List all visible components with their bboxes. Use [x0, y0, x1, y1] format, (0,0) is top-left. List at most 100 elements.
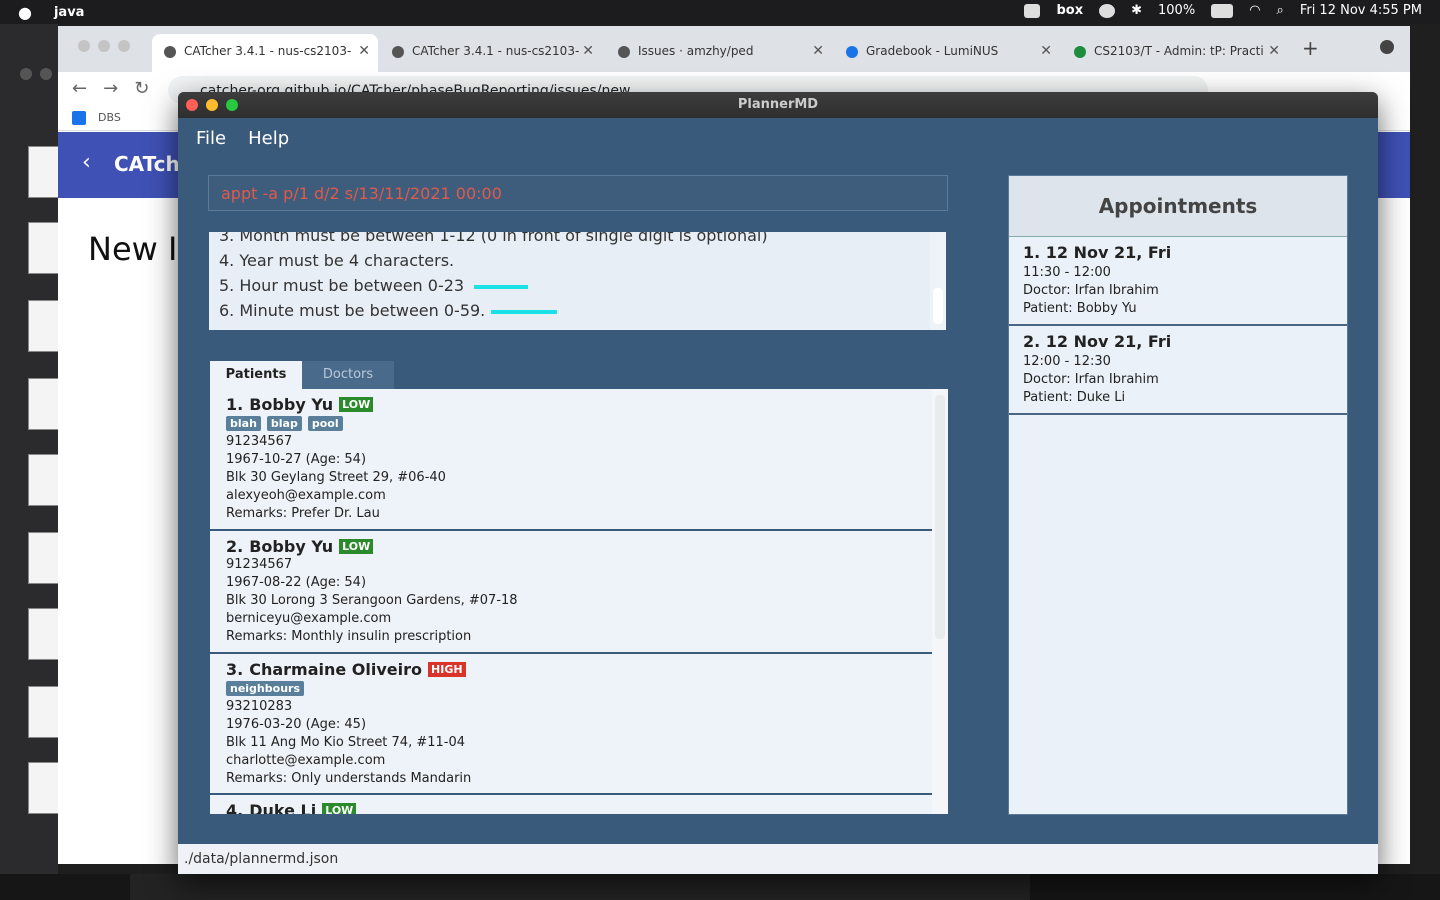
appointment-patient: Patient: Duke Li	[1023, 390, 1126, 405]
highlight-mark	[474, 284, 529, 289]
result-display[interactable]: 3. Month must be between 1-12 (0 in fron…	[209, 232, 946, 330]
patient-remarks: Remarks: Only understands Mandarin	[226, 771, 472, 786]
patient-email: berniceyu@example.com	[226, 611, 392, 626]
app-menu: File Help	[196, 128, 289, 149]
bookmark-icon[interactable]	[72, 111, 86, 125]
appointment-header: 1. 12 Nov 21, Fri	[1023, 243, 1172, 262]
browser-tabstrip: CATcher 3.4.1 - nus-cs2103- ✕ CATcher 3.…	[58, 26, 1410, 72]
close-icon[interactable]: ✕	[358, 43, 370, 59]
priority-badge: HIGH	[428, 662, 466, 677]
background-window-right	[1410, 24, 1440, 874]
patient-address: Blk 11 Ang Mo Kio Street 74, #11-04	[226, 735, 466, 750]
patient-card[interactable]: 3. Charmaine Oliveiro HIGH neighbours 9321…	[210, 654, 932, 795]
patient-remarks: Remarks: Monthly insulin prescription	[226, 629, 472, 644]
tab-search-icon[interactable]	[1380, 40, 1394, 54]
result-line: 4. Year must be 4 characters.	[219, 251, 455, 270]
patient-index: 2.	[226, 537, 244, 556]
page-thumbnail	[28, 454, 60, 506]
battery-icon[interactable]	[1211, 3, 1234, 18]
browser-tab[interactable]: CS2103/T - Admin: tP: Practi ✕	[1062, 34, 1288, 72]
patient-remarks: Remarks: Prefer Dr. Lau	[226, 506, 380, 521]
tag: blap	[266, 416, 302, 431]
close-window-button[interactable]	[186, 99, 198, 111]
bookmark-label[interactable]: DBS	[98, 111, 121, 125]
priority-badge: LOW	[322, 803, 357, 814]
menu-help[interactable]: Help	[248, 128, 289, 149]
box-status[interactable]: box	[1056, 3, 1083, 18]
background-window-left	[0, 24, 60, 874]
browser-tab-label: CATcher 3.4.1 - nus-cs2103-	[184, 44, 352, 58]
patient-card[interactable]: 4. Duke Li LOW	[210, 795, 932, 814]
patient-phone: 91234567	[226, 434, 293, 449]
luminus-icon	[846, 46, 858, 58]
background-window-bottom	[0, 874, 1440, 900]
command-input[interactable]: appt -a p/1 d/2 s/13/11/2021 00:00	[208, 175, 948, 211]
appointment-card[interactable]: 2. 12 Nov 21, Fri 12:00 - 12:30 Doctor: …	[1009, 326, 1347, 415]
patient-card[interactable]: 2. Bobby Yu LOW 91234567 1967-08-22 (Age: …	[210, 531, 932, 654]
clock[interactable]: Fri 12 Nov 4:55 PM	[1300, 3, 1422, 18]
search-icon[interactable]: ⌕	[1277, 3, 1284, 18]
appointment-header: 2. 12 Nov 21, Fri	[1023, 332, 1172, 351]
close-icon[interactable]: ✕	[582, 43, 594, 59]
close-icon[interactable]: ✕	[1040, 43, 1052, 59]
tab-patients[interactable]: Patients	[210, 361, 302, 389]
appointment-time: 11:30 - 12:00	[1023, 265, 1111, 280]
graduation-cap-icon	[1074, 46, 1086, 58]
browser-tab[interactable]: CATcher 3.4.1 - nus-cs2103- ✕	[380, 34, 602, 72]
appointment-time: 12:00 - 12:30	[1023, 354, 1111, 369]
tag: neighbours	[226, 681, 305, 696]
page-thumbnail	[28, 222, 60, 274]
close-icon[interactable]: ✕	[1268, 43, 1280, 59]
appointment-patient: Patient: Bobby Yu	[1023, 301, 1137, 316]
browser-tab[interactable]: Gradebook - LumiNUS ✕	[834, 34, 1060, 72]
list-tabs: Patients Doctors	[210, 361, 394, 389]
page-thumbnail	[28, 146, 60, 198]
priority-badge: LOW	[339, 539, 374, 554]
tag: pool	[307, 416, 343, 431]
bluetooth-icon[interactable]: ✱	[1131, 3, 1142, 18]
browser-tab-label: Issues · amzhy/ped	[638, 44, 754, 58]
page-thumbnail	[28, 300, 60, 352]
browser-tab-label: CATcher 3.4.1 - nus-cs2103-	[412, 44, 580, 58]
patient-list-scrollbar[interactable]	[932, 389, 948, 814]
result-line: 3. Month must be between 1-12 (0 in fron…	[219, 232, 768, 245]
os-menubar: ● java box ✱ 100% ◠ ⌕ Fri 12 Nov 4:55 PM	[0, 0, 1440, 24]
patient-card[interactable]: 1. Bobby Yu LOW blah blap pool 91234567 1967…	[210, 389, 932, 531]
maximize-window-button[interactable]	[226, 99, 238, 111]
new-tab-icon[interactable]: +	[1302, 36, 1319, 60]
forward-icon[interactable]: →	[103, 78, 118, 99]
tab-doctors[interactable]: Doctors	[302, 361, 394, 389]
result-line-minute: 6. Minute must be between 0-59.	[219, 301, 558, 323]
patient-name: Duke Li	[249, 801, 317, 814]
patient-list[interactable]: 1. Bobby Yu LOW blah blap pool 91234567 1967…	[210, 389, 948, 814]
appointments-panel: Appointments 1. 12 Nov 21, Fri 11:30 - 1…	[1008, 175, 1348, 815]
patient-dob: 1967-10-27 (Age: 54)	[226, 452, 367, 467]
close-icon[interactable]: ✕	[812, 43, 824, 59]
reload-icon[interactable]: ↻	[134, 78, 149, 99]
patient-index: 1.	[226, 395, 244, 414]
browser-tab[interactable]: Issues · amzhy/ped ✕	[606, 34, 832, 72]
back-icon[interactable]: ←	[72, 78, 87, 99]
window-title: PlannerMD	[737, 97, 819, 112]
screen-icon[interactable]	[1024, 3, 1041, 18]
apple-icon[interactable]: ●	[18, 3, 32, 22]
minimize-window-button[interactable]	[206, 99, 218, 111]
patient-index: 3.	[226, 660, 244, 679]
page-thumbnail	[28, 686, 60, 738]
appointment-card[interactable]: 1. 12 Nov 21, Fri 11:30 - 12:00 Doctor: …	[1009, 237, 1347, 326]
appointment-doctor: Doctor: Irfan Ibrahim	[1023, 372, 1159, 387]
battery-percent[interactable]: 100%	[1158, 3, 1195, 18]
menu-file[interactable]: File	[196, 128, 226, 149]
active-app-name[interactable]: java	[54, 5, 84, 20]
cloud-icon[interactable]	[1099, 3, 1116, 18]
appointment-doctor: Doctor: Irfan Ibrahim	[1023, 283, 1159, 298]
status-bar: ./data/plannermd.json	[178, 844, 1378, 874]
patient-email: alexyeoh@example.com	[226, 488, 386, 503]
wifi-icon[interactable]: ◠	[1249, 3, 1260, 18]
result-scrollbar[interactable]	[930, 232, 946, 330]
highlight-mark	[491, 309, 558, 314]
back-arrow-icon[interactable]: ‹	[82, 150, 91, 175]
priority-badge: LOW	[339, 397, 374, 412]
browser-tab-label: CS2103/T - Admin: tP: Practi	[1094, 44, 1264, 58]
browser-tab[interactable]: CATcher 3.4.1 - nus-cs2103- ✕	[152, 34, 378, 72]
